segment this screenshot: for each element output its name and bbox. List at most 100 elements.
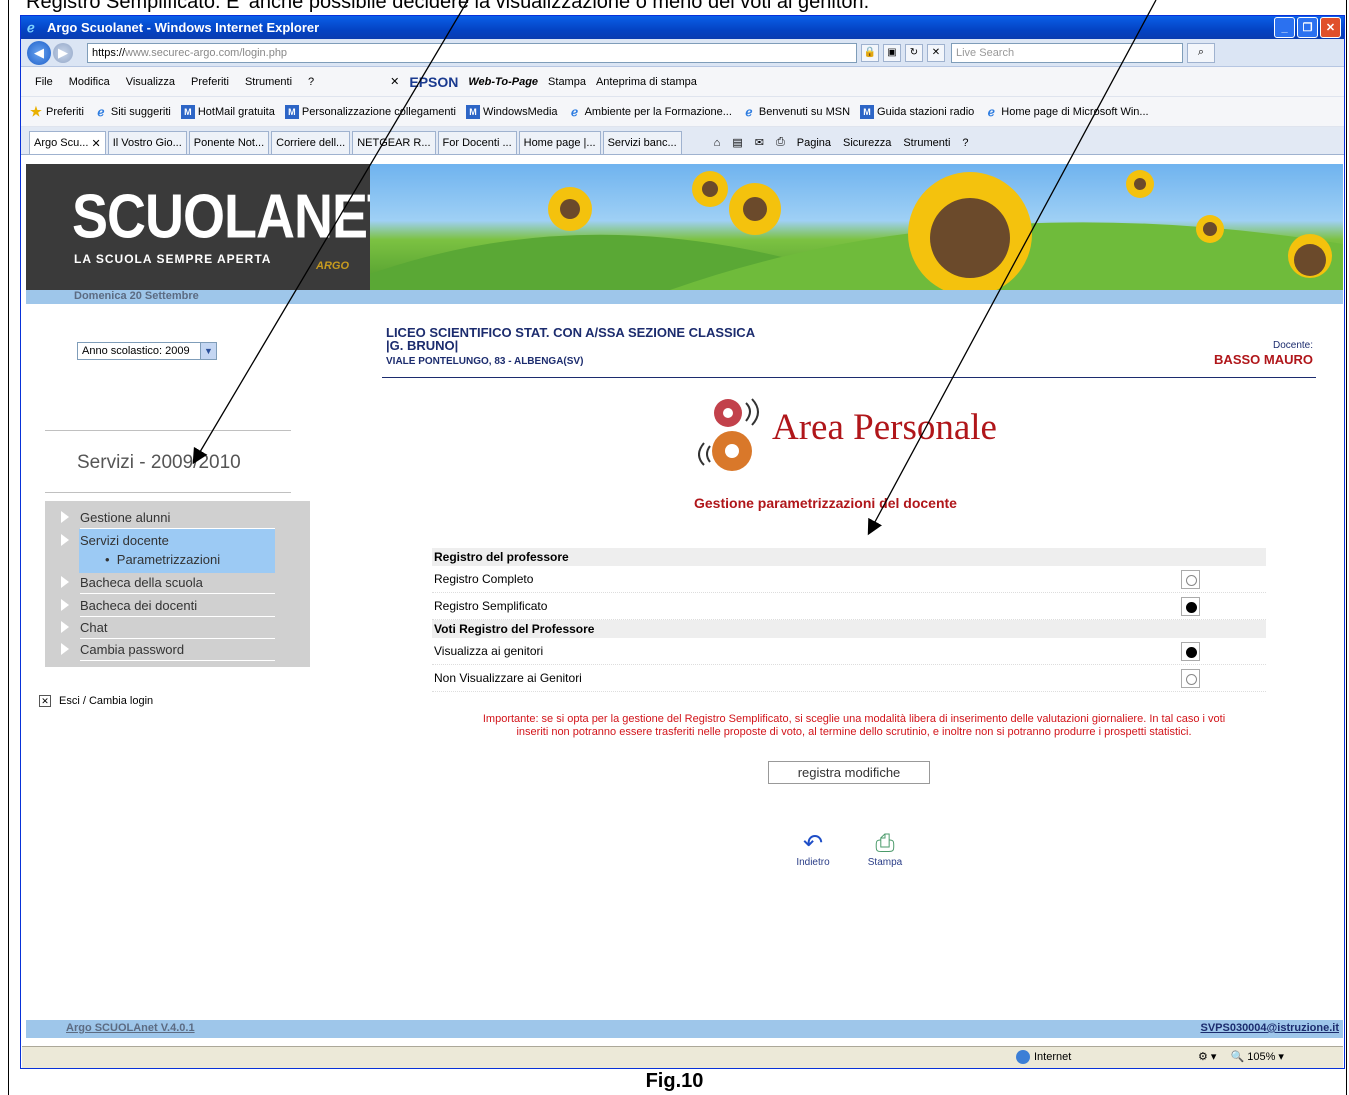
radio-visualizza-genitori[interactable] [1181,642,1200,661]
home-icon[interactable]: ⌂ [714,137,721,149]
sidebar-item-gestione-alunni[interactable]: Gestione alunni [45,507,310,529]
tab-label: Servizi banc... [607,137,677,149]
forward-button[interactable]: ▶ [53,42,73,63]
compatibility-icon[interactable]: ▣ [883,43,901,62]
fav-item[interactable]: ℯ Ambiente per la Formazione... [568,105,732,119]
url-input[interactable]: https://www.securec-argo.com/login.php [87,42,857,63]
minimize-button[interactable]: _ [1274,17,1295,38]
sidebar-item-bacheca-scuola[interactable]: Bacheca della scuola [45,572,310,594]
msn-icon: M [860,104,875,119]
menu-bar: File Modifica Visualizza Preferiti Strum… [21,67,1344,97]
sidebar-subitem-parametrizzazioni[interactable]: • Parametrizzazioni [105,552,220,567]
menu-preferiti[interactable]: Preferiti [191,76,229,88]
banner: SCUOLANET LA SCUOLA SEMPRE APERTA ARGO [26,164,1343,290]
printer-icon: ⎙ [875,830,895,857]
tab-label: Ponente Not... [193,137,265,149]
exit-link[interactable]: ✕ Esci / Cambia login [39,695,153,707]
exit-label: Esci / Cambia login [59,695,154,707]
school-year-value: Anno scolastico: 2009 [82,345,190,357]
sidebar-item-label: Gestione alunni [80,510,171,525]
save-changes-button[interactable]: registra modifiche [768,761,930,784]
tab-item[interactable]: NETGEAR R... [352,131,436,154]
tab-item[interactable]: Corriere dell... [271,131,351,154]
page-subtitle: Gestione parametrizzazioni del docente [694,495,957,511]
print-action[interactable]: ⎙ Stampa [855,830,915,869]
favorites-bar: ★ Preferiti ℯ Siti suggeriti M HotMail grat… [21,97,1344,127]
version-link[interactable]: Argo SCUOLAnet V.4.0.1 [66,1022,195,1034]
triangle-icon [61,643,69,655]
tab-item[interactable]: Home page |... [518,131,601,154]
sidebar-subitem-label: Parametrizzazioni [116,552,221,567]
chevron-down-icon[interactable]: ▼ [200,343,216,359]
sidebar-item-chat[interactable]: Chat [45,617,310,639]
zoom-value: 105% [1247,1051,1276,1063]
epson-close-icon[interactable]: ✕ [390,75,399,88]
refresh-icon[interactable]: ↻ [905,43,923,62]
maximize-button[interactable]: ❐ [1297,17,1318,38]
tab-item[interactable]: For Docenti ... [437,131,517,154]
print-button[interactable]: Stampa [548,76,586,88]
favorites-button[interactable]: ★ Preferiti [29,104,84,119]
tab-argo[interactable]: Argo Scu... ✕ [29,131,106,154]
title-bar: ℯ Argo Scuolanet - Windows Internet Expl… [21,16,1344,39]
fav-item[interactable]: M HotMail gratuita [180,104,275,119]
favorites-label: Preferiti [46,105,84,118]
fav-item[interactable]: ℯ Siti suggeriti [94,105,170,119]
tab-item[interactable]: Servizi banc... [602,131,682,154]
web-to-page-button[interactable]: Web-To-Page [468,76,538,88]
lock-icon[interactable]: 🔒 [861,43,879,62]
school-year-select[interactable]: Anno scolastico: 2009 ▼ [77,342,217,360]
tool-sicurezza[interactable]: Sicurezza [843,137,891,149]
menu-file[interactable]: File [35,76,53,88]
search-icon[interactable]: ⌕ [1187,42,1215,63]
important-note: Importante: se si opta per la gestione d… [384,713,1324,739]
fav-item[interactable]: M WindowsMedia [465,104,558,119]
radio-registro-completo[interactable] [1181,570,1200,589]
ie-page-icon: ℯ [745,104,753,119]
tool-strumenti[interactable]: Strumenti [903,137,950,149]
menu-visualizza[interactable]: Visualizza [126,76,175,88]
zoom-control[interactable]: ⚙ ▾ 🔍 105% ▾ [1198,1050,1284,1063]
fav-item[interactable]: M Personalizzazione collegamenti [284,104,456,119]
msn-icon: M [284,104,299,119]
fav-item[interactable]: ℯ Benvenuti su MSN [742,105,850,119]
sidebar-item-bacheca-docenti[interactable]: Bacheca dei docenti [45,595,310,617]
brand-tagline: LA SCUOLA SEMPRE APERTA [74,252,272,266]
close-button[interactable]: ✕ [1320,17,1341,38]
back-button[interactable]: ◀ [27,40,51,65]
zoom-level[interactable]: 🔍 105% ▾ [1230,1050,1283,1063]
email-link[interactable]: SVPS030004@istruzione.it [1200,1022,1339,1034]
printer-icon[interactable]: ⎙ [776,136,785,149]
sidebar-item-cambia-password[interactable]: Cambia password [45,639,310,661]
print-preview-button[interactable]: Anteprima di stampa [596,76,697,88]
live-search-input[interactable]: Live Search [951,42,1183,63]
tab-item[interactable]: Ponente Not... [188,131,270,154]
help-icon[interactable]: ? [962,137,968,149]
feeds-icon[interactable]: ▤ [732,136,742,149]
menu-modifica[interactable]: Modifica [69,76,110,88]
option-label: Non Visualizzare ai Genitori [434,671,582,685]
fav-item[interactable]: M Guida stazioni radio [860,104,974,119]
radio-non-visualizzare-genitori[interactable] [1181,669,1200,688]
stop-icon[interactable]: ✕ [927,43,945,62]
fav-label: HotMail gratuita [197,105,275,118]
menu-help[interactable]: ? [308,76,314,88]
teacher-name: BASSO MAURO [1214,352,1313,367]
print-label: Stampa [867,857,903,868]
back-action[interactable]: ↶ Indietro [783,831,843,869]
ie-page-icon: ℯ [571,104,579,119]
zone-label: Internet [1034,1051,1072,1063]
radio-registro-semplificato[interactable] [1181,597,1200,616]
fav-item[interactable]: ℯ Home page di Microsoft Win... [984,105,1149,119]
fav-label: WindowsMedia [482,105,558,118]
triangle-icon [61,599,69,611]
mail-icon[interactable]: ✉ [755,136,764,149]
menu-strumenti[interactable]: Strumenti [245,76,292,88]
sidebar-item-label: Cambia password [80,642,185,657]
tab-item[interactable]: Il Vostro Gio... [107,131,187,154]
fav-label: Ambiente per la Formazione... [584,105,732,118]
ie-icon: ℯ [27,19,35,35]
tool-pagina[interactable]: Pagina [797,137,831,149]
sidebar-item-servizi-docente[interactable]: Servizi docente [45,530,310,552]
page-footer: Argo SCUOLAnet V.4.0.1 SVPS030004@istruz… [26,1020,1343,1038]
